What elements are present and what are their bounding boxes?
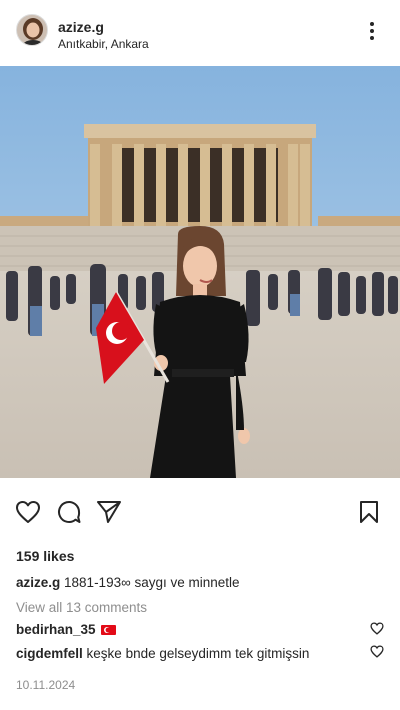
turkey-flag-emoji bbox=[101, 625, 117, 635]
comment-icon[interactable] bbox=[55, 498, 83, 526]
user-info: azize.g Anıtkabir, Ankara bbox=[58, 19, 149, 52]
comment-username[interactable]: cigdemfell bbox=[16, 646, 83, 661]
view-all-comments-link[interactable]: View all 13 comments bbox=[16, 600, 147, 615]
location-link[interactable]: Anıtkabir, Ankara bbox=[58, 37, 149, 52]
post-date: 10.11.2024 bbox=[16, 678, 76, 692]
post-image[interactable] bbox=[0, 66, 400, 478]
username[interactable]: azize.g bbox=[58, 19, 149, 35]
comment-username[interactable]: bedirhan_35 bbox=[16, 622, 96, 637]
caption-text: 1881-193∞ saygı ve minnetle bbox=[64, 575, 240, 590]
avatar-image bbox=[17, 15, 47, 45]
more-options-icon[interactable] bbox=[362, 20, 382, 42]
comment-item: cigdemfell keşke bnde gelseydimm tek git… bbox=[16, 646, 384, 661]
bookmark-icon[interactable] bbox=[355, 498, 383, 526]
likes-count[interactable]: 159 likes bbox=[16, 548, 74, 564]
caption: azize.g 1881-193∞ saygı ve minnetle bbox=[16, 575, 386, 590]
action-bar bbox=[0, 498, 400, 530]
send-icon[interactable] bbox=[95, 498, 123, 526]
avatar[interactable] bbox=[16, 14, 48, 46]
comment-like-heart-icon[interactable] bbox=[370, 622, 384, 636]
comment-text: keşke bnde gelseydimm tek gitmişsin bbox=[86, 646, 310, 661]
heart-icon[interactable] bbox=[14, 498, 42, 526]
caption-username[interactable]: azize.g bbox=[16, 575, 60, 590]
comment-like-heart-icon[interactable] bbox=[370, 645, 384, 659]
post-header: azize.g Anıtkabir, Ankara bbox=[0, 0, 400, 66]
comment-item: bedirhan_35 bbox=[16, 622, 384, 637]
